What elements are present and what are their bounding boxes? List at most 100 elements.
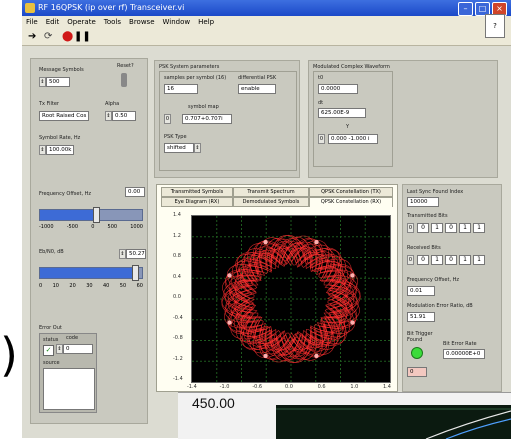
signal-trajectory [234, 247, 348, 351]
tab-qpsk-constellation-tx[interactable]: QPSK Constellation (TX) [309, 187, 393, 197]
x-tick-label: 0.0 [285, 384, 293, 390]
alpha-spin[interactable]: ⇕ [105, 111, 112, 121]
constellation-point [350, 273, 355, 278]
psk-parameters-cluster: samples per symbol (16) 16 differential … [159, 71, 297, 171]
symbol-rate-input[interactable]: 100.00k [46, 145, 74, 155]
bit-cell: 0 [445, 223, 457, 233]
code-label: code [66, 335, 79, 341]
scale-tick-label: 30 [86, 283, 93, 289]
x-tick-label: -1.4 [187, 384, 197, 390]
scale-tick-label: 40 [103, 283, 110, 289]
bit-cell: 1 [431, 223, 443, 233]
waveform-cluster: t0 0.0000 dt 625.00E-9 Y 0 0.000 -1.000 … [313, 71, 393, 167]
scale-tick-label: 500 [107, 224, 118, 230]
constellation-svg [192, 216, 390, 382]
constellation-point [350, 320, 355, 325]
tab-qpsk-constellation-rx[interactable]: QPSK Constellation (RX) [309, 197, 393, 207]
scale-tick-label: -500 [66, 224, 79, 230]
samples-per-symbol-input[interactable]: 16 [164, 84, 198, 94]
y-index[interactable]: 0 [318, 134, 325, 144]
menu-tools[interactable]: Tools [104, 16, 121, 28]
menu-window[interactable]: Window [163, 16, 191, 28]
psk-type-spin[interactable]: ⇕ [194, 143, 201, 153]
tab-eye-diagram-rx[interactable]: Eye Diagram (RX) [161, 197, 233, 207]
y-tick-label: 0.8 [173, 253, 181, 259]
graph-tab-control: Transmitted Symbols Transmit Spectrum QP… [156, 184, 398, 392]
run-arrow-icon[interactable]: ➔ [28, 31, 36, 42]
modulated-waveform-panel: Modulated Complex Waveform t0 0.0000 dt … [308, 60, 498, 178]
parenthesis-glyph: ) [0, 328, 18, 382]
symbol-rate-spin[interactable]: ⇕ [39, 145, 46, 155]
x-tick-label: 1.4 [383, 384, 391, 390]
reset-toggle[interactable] [121, 73, 127, 87]
signal-trajectory [230, 243, 352, 355]
y-tick-label: 0.0 [173, 294, 181, 300]
context-help-icon[interactable]: ? [485, 14, 505, 38]
source-text [43, 368, 95, 410]
ebno-value[interactable]: 50.27 [126, 249, 146, 259]
slider-fill [40, 210, 97, 220]
received-bits-index[interactable]: 0 [407, 255, 414, 265]
y-tick-label: -1.2 [173, 355, 183, 362]
differential-psk-label: differential PSK [238, 75, 277, 81]
x-tick-label: -0.6 [252, 384, 263, 390]
alpha-input[interactable]: 0.50 [112, 111, 136, 121]
x-tick-label: 0.6 [317, 384, 326, 390]
bit-cell: 1 [473, 255, 485, 265]
ebno-scale: 0 10 20 30 40 50 60 [39, 283, 143, 289]
menu-file[interactable]: File [26, 16, 38, 28]
menu-help[interactable]: Help [198, 16, 214, 28]
title-bar: RF 16QPSK (ip over rf) Transceiver.vi – … [22, 0, 511, 16]
tab-transmit-spectrum[interactable]: Transmit Spectrum [233, 187, 309, 197]
symbol-map-index[interactable]: 0 [164, 114, 171, 124]
tab-demodulated-symbols[interactable]: Demodulated Symbols [233, 197, 309, 207]
slider-thumb[interactable] [131, 265, 139, 281]
message-symbols-spin[interactable]: ⇕ [39, 77, 46, 87]
frequency-offset-value[interactable]: 0.00 [125, 187, 145, 197]
slider-thumb[interactable] [93, 207, 101, 223]
error-out-label: Error Out [39, 325, 62, 331]
pause-icon[interactable]: ❚❚ [74, 31, 91, 42]
message-symbols-label: Message Symbols [39, 67, 84, 73]
frequency-offset-hz-label: Frequency Offset, Hz [407, 277, 460, 283]
psk-type-select[interactable]: shifted [164, 143, 194, 153]
message-symbols-input[interactable]: 500 [46, 77, 70, 87]
transmitted-bits-index[interactable]: 0 [407, 223, 414, 233]
tx-filter-label: Tx Filter [39, 101, 59, 107]
symbol-map-label: symbol map [188, 104, 219, 110]
signal-trajectory [227, 240, 355, 358]
ebno-slider[interactable] [39, 265, 143, 281]
scale-tick-label: 10 [52, 283, 59, 289]
last-sync-value: 10000 [407, 197, 439, 207]
menu-edit[interactable]: Edit [46, 16, 60, 28]
differential-psk-select[interactable]: enable [238, 84, 276, 94]
constellation-point [263, 239, 268, 245]
symbol-map-value[interactable]: 0.707+0.707i [182, 114, 232, 124]
frequency-offset-hz-value: 0.01 [407, 286, 435, 296]
abort-icon[interactable]: ⬤ [62, 31, 73, 42]
bit-cell: 1 [473, 223, 485, 233]
tab-transmitted-symbols[interactable]: Transmitted Symbols [161, 187, 233, 197]
labview-window: RF 16QPSK (ip over rf) Transceiver.vi – … [22, 0, 511, 438]
last-sync-label: Last Sync Found Index [407, 189, 464, 195]
frequency-offset-scale: -1000 -500 0 500 1000 [39, 224, 143, 230]
code-value: 0 [63, 344, 93, 354]
tx-filter-select[interactable]: Root Raised Cos [39, 111, 89, 121]
y-tick-label: 1.4 [173, 212, 181, 218]
ber-value: 0.00000E+0 [443, 349, 485, 359]
menu-browse[interactable]: Browse [129, 16, 155, 28]
scale-tick-label: 60 [136, 283, 143, 289]
dt-label: dt [318, 100, 324, 106]
constellation-point [227, 273, 232, 278]
scale-tick-label: -1000 [39, 224, 54, 230]
minimize-icon[interactable]: – [458, 2, 473, 16]
ebno-label: Eb/N0, dB [39, 249, 64, 255]
slider-fill [40, 268, 135, 278]
continuous-run-icon[interactable]: ⟳ [44, 31, 52, 42]
frequency-offset-slider[interactable] [39, 207, 143, 223]
y-tick-label: 1.2 [173, 232, 181, 239]
y-tick-label: -1.4 [173, 376, 183, 382]
y-value: 0.000 -1.000 i [328, 134, 378, 144]
ebno-spin[interactable]: ⇕ [119, 249, 126, 259]
menu-operate[interactable]: Operate [67, 16, 95, 28]
